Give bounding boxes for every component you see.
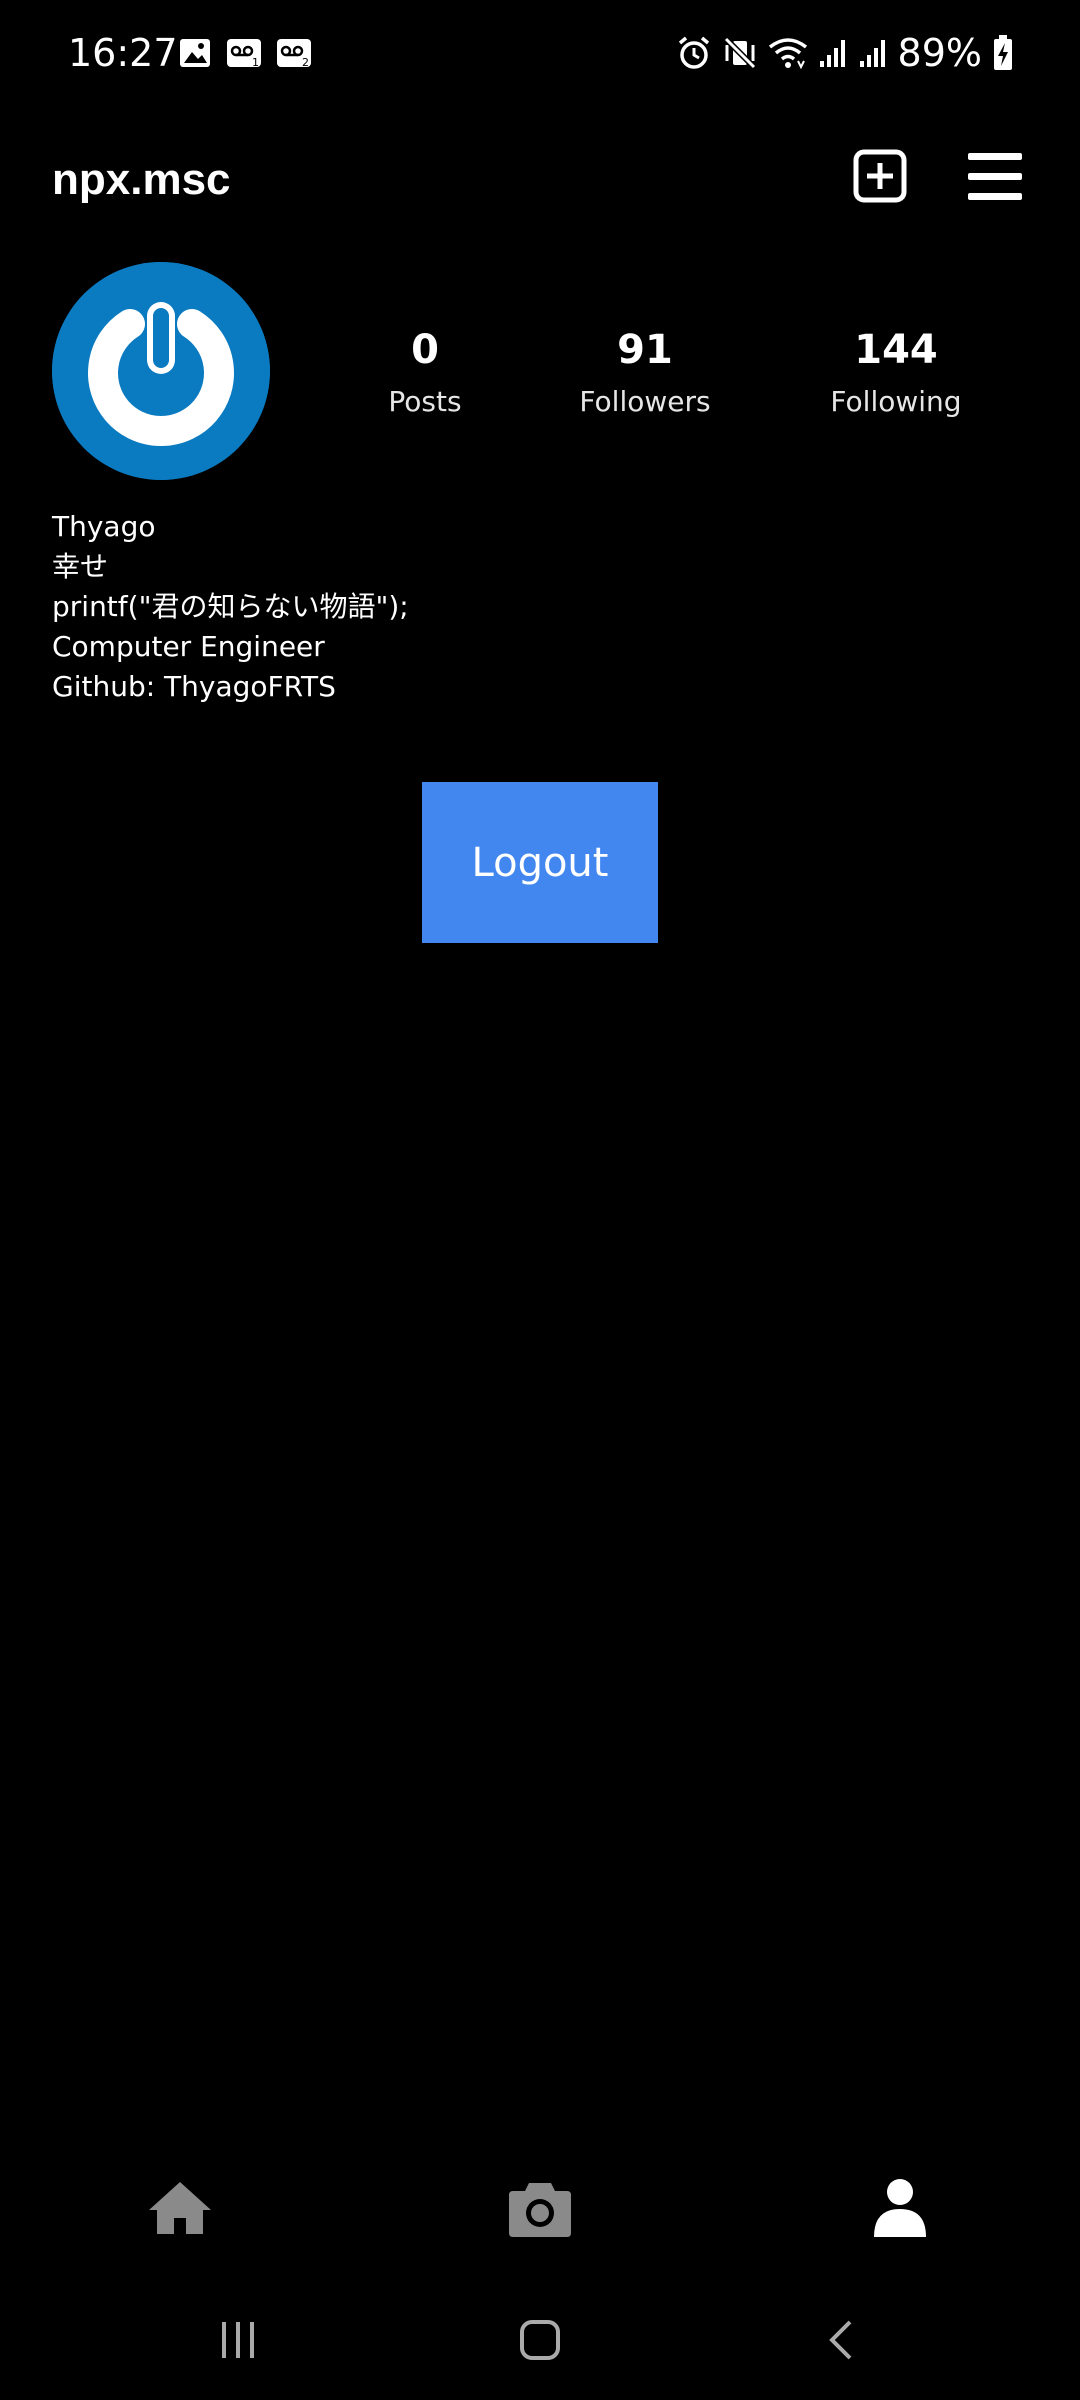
status-time: 16:27 (68, 31, 178, 75)
logout-button[interactable]: Logout (422, 782, 658, 943)
profile-icon (874, 2179, 926, 2237)
wifi-icon (768, 35, 808, 71)
status-notification-icons: 1 2 (178, 36, 312, 70)
nav-profile[interactable] (860, 2173, 940, 2243)
vibrate-mute-icon (722, 35, 758, 71)
stat-posts[interactable]: 0 Posts (325, 320, 525, 424)
system-home-button[interactable] (500, 2300, 580, 2380)
top-app-bar: npx.msc (0, 130, 1080, 230)
nav-camera[interactable] (500, 2173, 580, 2243)
posts-count: 0 (411, 327, 439, 373)
profile-bio: Thyago 幸せ printf("君の知らない物語"); Computer E… (52, 507, 952, 707)
alarm-icon (676, 35, 712, 71)
stat-followers[interactable]: 91 Followers (545, 320, 745, 424)
status-system-icons: 89% (676, 28, 1014, 78)
image-icon (178, 36, 212, 70)
back-button[interactable] (802, 2300, 882, 2380)
status-bar: 16:27 1 2 89% (0, 0, 1080, 105)
stat-following[interactable]: 144 Following (796, 320, 996, 424)
profile-stats: 0 Posts 91 Followers 144 Following (0, 320, 1080, 430)
camera-icon (509, 2183, 571, 2237)
nav-home[interactable] (140, 2173, 220, 2243)
bio-line: Github: ThyagoFRTS (52, 670, 336, 703)
signal-2-icon (858, 35, 888, 71)
home-icon (149, 2182, 211, 2234)
bottom-navigation (0, 2155, 1080, 2260)
svg-text:2: 2 (302, 56, 309, 69)
following-count: 144 (854, 327, 938, 373)
add-post-button[interactable] (852, 148, 908, 204)
back-icon (829, 2320, 852, 2360)
posts-label: Posts (388, 385, 462, 418)
recents-icon (222, 2322, 254, 2358)
menu-button[interactable] (966, 150, 1024, 204)
battery-percentage: 89% (897, 31, 982, 75)
followers-label: Followers (579, 385, 711, 418)
battery-charging-icon (992, 34, 1014, 72)
followers-count: 91 (617, 327, 673, 373)
plus-square-icon (853, 149, 907, 203)
svg-text:1: 1 (252, 56, 259, 69)
voicemail-1-icon: 1 (226, 36, 262, 70)
hamburger-menu-icon (968, 153, 1022, 200)
system-navigation (0, 2280, 1080, 2400)
bio-line: 幸せ (52, 550, 109, 583)
home-button-icon (520, 2320, 560, 2360)
bio-line: Computer Engineer (52, 630, 325, 663)
bio-line: printf("君の知らない物語"); (52, 590, 409, 623)
bio-name: Thyago (52, 510, 156, 543)
voicemail-2-icon: 2 (276, 36, 312, 70)
profile-username: npx.msc (52, 155, 231, 204)
following-label: Following (830, 385, 962, 418)
signal-1-icon (818, 35, 848, 71)
recents-button[interactable] (198, 2300, 278, 2380)
